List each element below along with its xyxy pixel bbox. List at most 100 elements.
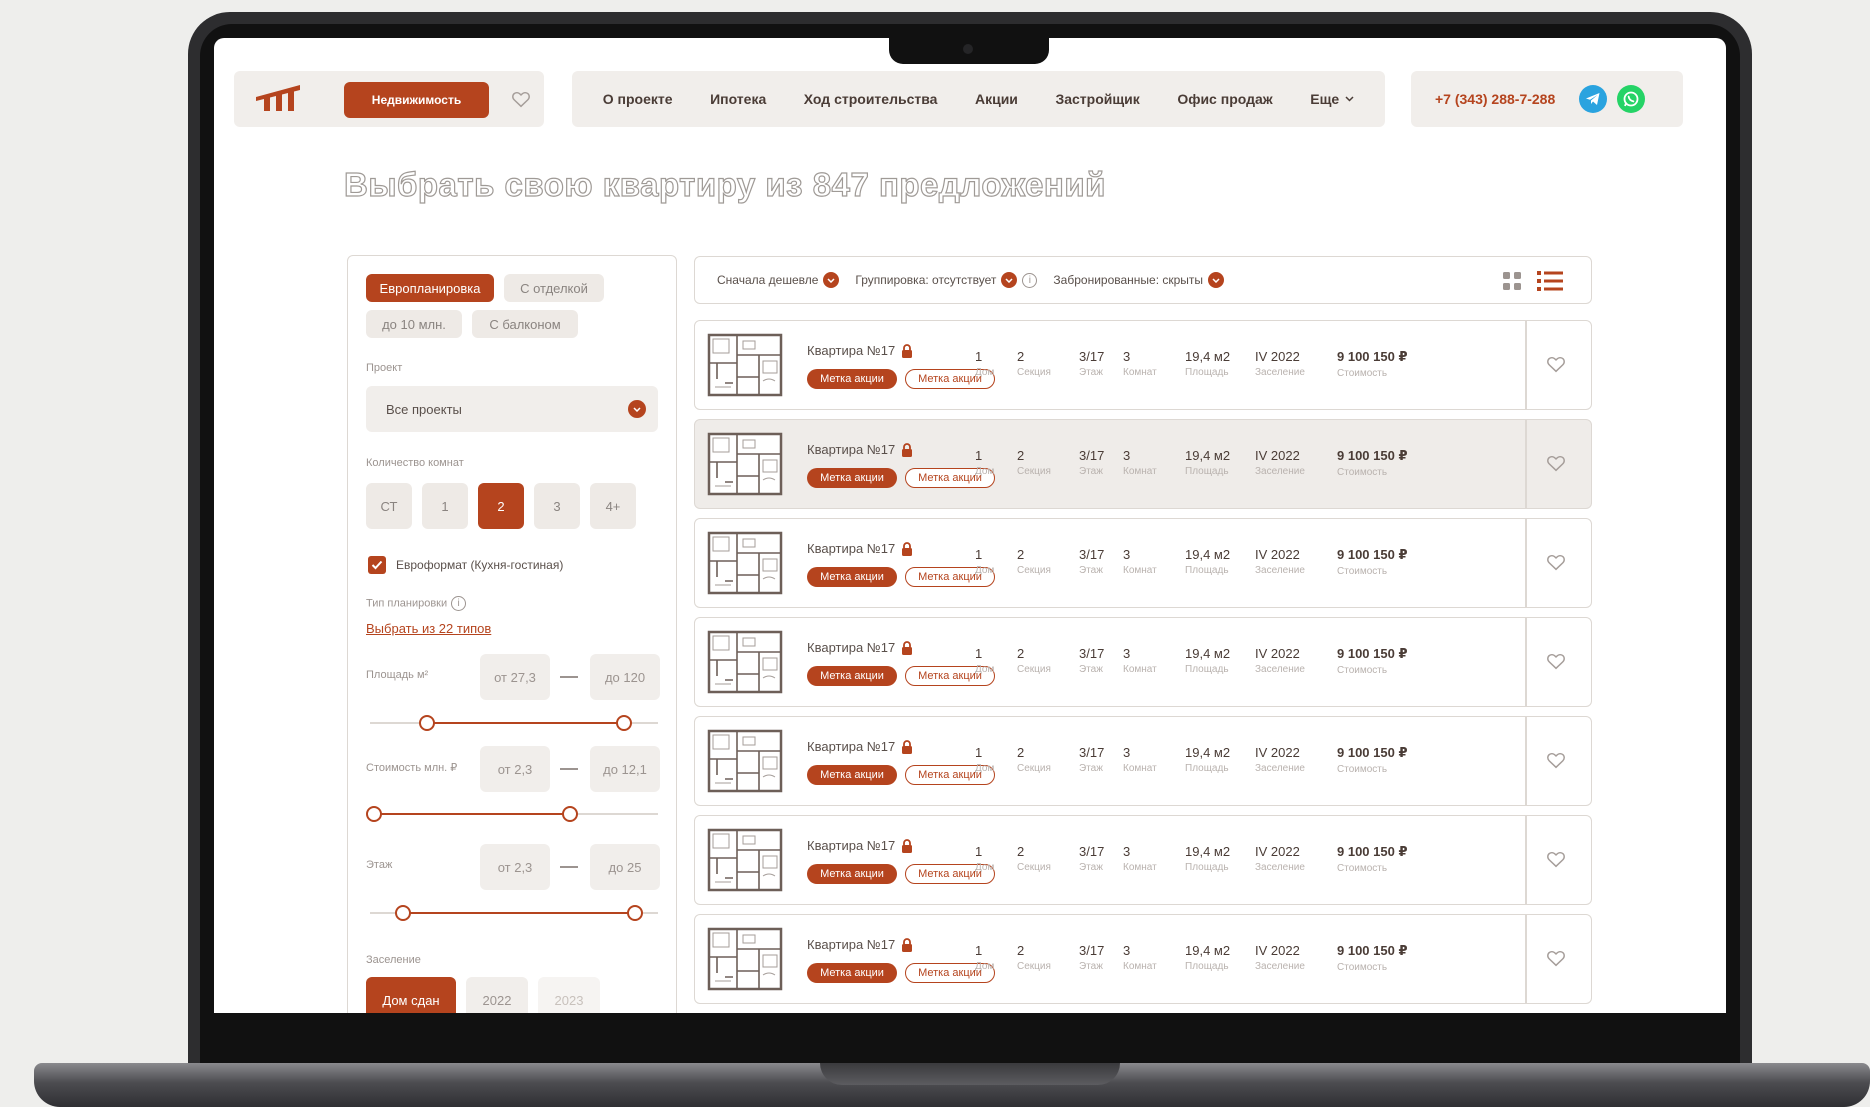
apartment-title: Квартира №17 [807,739,913,754]
metric-price: 9 100 150 ₽ Стоимость [1337,547,1408,577]
sort-dropdown[interactable]: Сначала дешевле [717,272,840,288]
price-slider-min-handle[interactable] [366,806,382,822]
nav-promotions[interactable]: Акции [975,91,1018,107]
range-dash [560,768,578,770]
settlement-2022[interactable]: 2022 [466,977,528,1013]
grid-view-icon[interactable] [1503,272,1521,290]
area-from-input[interactable]: от 27,3 [480,654,550,700]
project-select-value: Все проекты [386,401,462,417]
room-option-2[interactable]: 2 [478,483,524,529]
floor-from-input[interactable]: от 2,3 [480,844,550,890]
lock-icon [902,442,913,457]
price-from-input[interactable]: от 2,3 [480,746,550,792]
room-option-1[interactable]: 1 [422,483,468,529]
metric-section-value: 2 [1017,547,1025,562]
chip-with-balcony[interactable]: С балконом [472,310,578,338]
favorite-heart-icon[interactable] [1545,749,1567,771]
favorite-heart-icon[interactable] [1545,947,1567,969]
euro-format-checkbox[interactable] [368,556,386,574]
metric-section: 2 Секция [1017,745,1051,774]
apartment-card[interactable]: Квартира №17 Метка акции Метка акции 1 До… [694,419,1592,509]
price-to-input[interactable]: до 12,1 [590,746,660,792]
grouping-dropdown[interactable]: Группировка: отсутствует i [855,272,1038,288]
promo-tag: Метка акции [807,666,897,686]
info-icon[interactable]: i [451,596,467,611]
metric-rooms: 3 Комнат [1123,943,1157,972]
apartment-card[interactable]: Квартира №17 Метка акции Метка акции 1 До… [694,914,1592,1004]
layout-type-link[interactable]: Выбрать из 22 типов [366,621,491,636]
floor-slider[interactable] [370,905,658,921]
header-contacts: +7 (343) 288-7-288 [1411,71,1683,127]
settlement-2023[interactable]: 2023 [538,977,600,1013]
area-slider-range [427,722,624,724]
floor-plan-icon [707,531,783,595]
favorites-heart-icon[interactable] [510,88,532,110]
card-divider [1525,618,1527,706]
nav-more[interactable]: Еще [1310,91,1354,107]
brand-logo-icon[interactable] [254,83,302,115]
apartment-card[interactable]: Квартира №17 Метка акции Метка акции 1 До… [694,815,1592,905]
floor-to-input[interactable]: до 25 [590,844,660,890]
metric-area: 19,4 м2 Площадь [1185,349,1230,378]
area-to-input[interactable]: до 120 [590,654,660,700]
favorite-heart-icon[interactable] [1545,848,1567,870]
favorite-heart-icon[interactable] [1545,551,1567,573]
realty-button[interactable]: Недвижимость [344,82,489,118]
settlement-done[interactable]: Дом сдан [366,977,456,1013]
price-slider-max-handle[interactable] [562,806,578,822]
area-label: Площадь м² [366,669,429,681]
layout-type-label: Тип планировки i [366,596,467,611]
metric-settle: IV 2022 Заселение [1255,448,1305,477]
list-view-icon[interactable] [1537,270,1563,292]
room-option-3[interactable]: 3 [534,483,580,529]
metric-section-label: Секция [1017,961,1051,972]
telegram-icon[interactable] [1579,85,1608,113]
chip-with-finishing[interactable]: С отделкой [504,274,604,302]
nav-sales-office[interactable]: Офис продаж [1177,91,1272,107]
price-slider-range [374,813,570,815]
metric-section-label: Секция [1017,763,1051,774]
lock-icon [902,343,913,358]
apartment-card[interactable]: Квартира №17 Метка акции Метка акции 1 До… [694,617,1592,707]
metric-price-label: Стоимость [1337,566,1388,577]
lock-icon [902,541,913,556]
nav-about[interactable]: О проекте [603,91,673,107]
promo-tag: Метка акции [807,468,897,488]
apartment-card[interactable]: Квартира №17 Метка акции Метка акции 1 До… [694,518,1592,608]
chip-under-10m[interactable]: до 10 млн. [366,310,462,338]
floor-slider-min-handle[interactable] [395,905,411,921]
price-slider[interactable] [366,806,658,822]
whatsapp-icon[interactable] [1617,85,1646,113]
favorite-heart-icon[interactable] [1545,650,1567,672]
metric-rooms-value: 3 [1123,547,1131,562]
favorite-heart-icon[interactable] [1545,353,1567,375]
area-slider[interactable] [370,715,658,731]
promo-tag: Метка акции [807,567,897,587]
metric-house-value: 1 [975,646,983,661]
reserved-dropdown[interactable]: Забронированные: скрыты [1053,272,1225,288]
metric-rooms-value: 3 [1123,646,1131,661]
apartment-card[interactable]: Квартира №17 Метка акции Метка акции 1 До… [694,716,1592,806]
floor-slider-max-handle[interactable] [627,905,643,921]
area-slider-min-handle[interactable] [419,715,435,731]
metric-area: 19,4 м2 Площадь [1185,745,1230,774]
metric-settle-value: IV 2022 [1255,745,1300,760]
rooms-label: Количество комнат [366,457,464,469]
project-select[interactable]: Все проекты [366,386,658,432]
nav-construction-progress[interactable]: Ход строительства [804,91,938,107]
room-option-studio[interactable]: СТ [366,483,412,529]
info-icon[interactable]: i [1022,272,1038,288]
apartment-card[interactable]: Квартира №17 Метка акции Метка акции 1 До… [694,320,1592,410]
nav-mortgage[interactable]: Ипотека [710,91,766,107]
phone-link[interactable]: +7 (343) 288-7-288 [1435,91,1555,107]
room-option-4plus[interactable]: 4+ [590,483,636,529]
metric-area-value: 19,4 м2 [1185,844,1231,859]
chip-euro-layout[interactable]: Европланировка [366,274,494,302]
favorite-heart-icon[interactable] [1545,452,1567,474]
area-slider-max-handle[interactable] [616,715,632,731]
metric-house: 1 Дом [975,646,994,675]
card-divider [1525,321,1527,409]
metric-section-value: 2 [1017,349,1025,364]
nav-developer[interactable]: Застройщик [1055,91,1139,107]
metric-settle-value: IV 2022 [1255,844,1300,859]
